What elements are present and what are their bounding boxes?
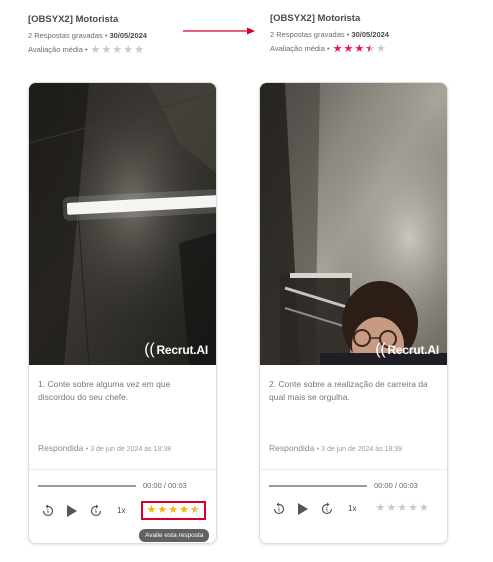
average-rating-label: Avaliação média • xyxy=(270,44,330,53)
svg-text:5: 5 xyxy=(47,509,50,515)
star-icon[interactable]: ★ xyxy=(408,503,418,514)
playback-time: 00:00 / 00:03 xyxy=(374,481,418,490)
star-icon: ★ xyxy=(376,42,386,55)
star-icon: ★ xyxy=(365,43,375,55)
average-rating-label: Avaliação média • xyxy=(28,45,88,54)
response-card-1: ((Recrut.AI 1. Conte sobre alguma vez em… xyxy=(28,82,217,544)
average-rating: Avaliação média • ★ ★ ★ ★ ★ xyxy=(270,43,389,55)
svg-text:5: 5 xyxy=(95,509,98,515)
answered-label: Respondida xyxy=(38,443,84,453)
forward-5-icon[interactable]: 5 xyxy=(89,504,103,518)
responses-count: 2 Respostas gravadas • xyxy=(28,31,108,40)
interview-title: [OBSYX2] Motorista xyxy=(270,13,361,24)
video-player[interactable]: ((Recrut.AI xyxy=(260,83,447,365)
play-icon[interactable] xyxy=(65,504,79,518)
star-icon[interactable]: ★ xyxy=(419,503,429,514)
rewind-5-icon[interactable]: 5 xyxy=(41,504,55,518)
responses-date: 30/05/2024 xyxy=(351,30,389,39)
svg-text:5: 5 xyxy=(326,507,329,513)
star-icon[interactable]: ★ xyxy=(397,503,407,514)
right-interview-header: [OBSYX2] Motorista 2 Respostas gravadas … xyxy=(270,13,389,55)
star-icon: ★ xyxy=(90,43,101,56)
star-icon: ★ xyxy=(101,43,112,56)
star-icon[interactable]: ★ xyxy=(146,505,156,516)
video-frame xyxy=(29,83,216,365)
star-icon[interactable]: ★ xyxy=(386,503,396,514)
average-rating-stars: ★ ★ ★ ★ ★ xyxy=(90,43,145,56)
responses-count: 2 Respostas gravadas • xyxy=(270,30,350,39)
responses-meta: 2 Respostas gravadas • 30/05/2024 xyxy=(28,31,147,41)
responses-meta: 2 Respostas gravadas • 30/05/2024 xyxy=(270,30,389,40)
playback-speed-button[interactable]: 1x xyxy=(348,504,356,513)
responses-date: 30/05/2024 xyxy=(109,31,147,40)
playback-speed-button[interactable]: 1x xyxy=(117,506,125,515)
playback-progress-bar[interactable] xyxy=(38,485,136,487)
average-rating: Avaliação média • ★ ★ ★ ★ ★ xyxy=(28,44,147,56)
response-rating-stars[interactable]: ★ ★ ★ ★ ★ xyxy=(372,501,432,516)
average-rating-stars: ★ ★ ★ ★ ★ xyxy=(332,42,387,55)
question-text: 2. Conte sobre a realização de carreira … xyxy=(269,379,428,402)
response-card-2: ((Recrut.AI 2. Conte sobre a realização … xyxy=(259,82,448,544)
forward-5-icon[interactable]: 5 xyxy=(320,502,334,516)
video-player[interactable]: ((Recrut.AI xyxy=(29,83,216,365)
answered-status: Respondida • 3 de jun de 2024 às 18:38 xyxy=(38,443,171,453)
playback-progress-bar[interactable] xyxy=(269,485,367,487)
rewind-5-icon[interactable]: 5 xyxy=(272,502,286,516)
right-arrow-annotation xyxy=(183,27,255,35)
answered-date: • 3 de jun de 2024 às 18:38 xyxy=(85,446,172,453)
recrutai-watermark: ((Recrut.AI xyxy=(375,341,439,358)
recrutai-watermark: ((Recrut.AI xyxy=(144,341,208,358)
star-icon: ★ xyxy=(112,43,123,56)
star-icon: ★ xyxy=(354,42,365,55)
star-icon: ★ xyxy=(332,42,343,55)
left-interview-header: [OBSYX2] Motorista 2 Respostas gravadas … xyxy=(28,14,147,56)
answered-date: • 3 de jun de 2024 às 18:39 xyxy=(316,446,403,453)
video-frame xyxy=(260,83,447,365)
answered-status: Respondida • 3 de jun de 2024 às 18:39 xyxy=(269,443,402,453)
interview-title: [OBSYX2] Motorista xyxy=(28,14,119,25)
divider xyxy=(29,469,216,470)
star-icon[interactable]: ★ xyxy=(190,505,200,517)
star-icon[interactable]: ★ xyxy=(179,505,189,516)
rating-tooltip: Avalie esta resposta xyxy=(139,529,210,542)
star-icon: ★ xyxy=(343,42,354,55)
response-rating-stars[interactable]: ★ ★ ★ ★ ★ xyxy=(141,501,206,520)
playback-controls: 5 5 1x ★ ★ ★ ★ ★ xyxy=(41,501,206,520)
star-icon[interactable]: ★ xyxy=(168,505,178,516)
question-text: 1. Conte sobre alguma vez em que discord… xyxy=(38,379,171,402)
star-icon: ★ xyxy=(123,43,134,56)
star-icon[interactable]: ★ xyxy=(157,505,167,516)
playback-controls: 5 5 1x ★ ★ ★ ★ ★ xyxy=(272,501,433,516)
divider xyxy=(260,469,447,470)
svg-text:5: 5 xyxy=(278,507,281,513)
star-icon: ★ xyxy=(134,43,144,56)
answered-label: Respondida xyxy=(269,443,315,453)
star-icon[interactable]: ★ xyxy=(375,503,385,514)
playback-time: 00:00 / 00:03 xyxy=(143,481,187,490)
play-icon[interactable] xyxy=(296,502,310,516)
